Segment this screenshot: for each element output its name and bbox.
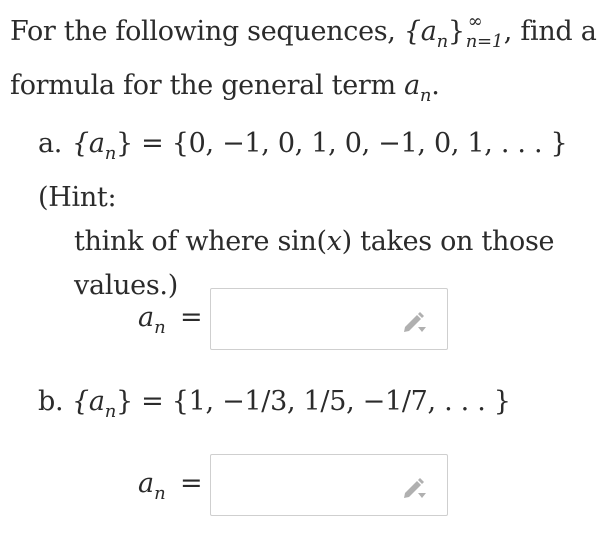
part-a-label: a. [38,128,63,159]
part-a-hint-line2: think of where sin(x) takes on those [74,226,555,257]
pencil-icon[interactable] [401,475,427,499]
part-b-lhs: {an} [72,386,133,422]
part-a-lhs: {an} [72,128,133,164]
answer-row-b: an = [0,454,610,518]
answer-b-equals: = [180,468,203,499]
sub-range: n=1 [465,31,504,52]
answer-b-label: an [138,468,166,504]
answer-row-a: an = [0,288,610,352]
intro-text: For the following sequences, [10,16,404,47]
sequence-notation: {an} ∞ n=1 [404,11,504,52]
part-b-sequence: {1, −1/3, 1/5, −1/7, . . . } [171,386,511,417]
part-a-sequence: {0, −1, 0, 1, 0, −1, 0, 1, . . . } [171,128,568,159]
answer-a-equals: = [180,302,203,333]
part-a: a. {an} = {0, −1, 0, 1, 0, −1, 0, 1, . . … [38,122,598,308]
question-intro: For the following sequences, {an} ∞ n=1, f… [10,10,600,118]
answer-b-input[interactable] [210,454,448,516]
part-b-label: b. [38,386,64,417]
answer-a-input[interactable] [210,288,448,350]
pencil-icon[interactable] [401,309,427,333]
part-b: b. {an} = {1, −1/3, 1/5, −1/7, . . . } [38,380,598,434]
answer-a-label: an [138,302,166,338]
general-term: an [404,70,432,106]
part-a-hint-start: (Hint: [38,182,117,213]
